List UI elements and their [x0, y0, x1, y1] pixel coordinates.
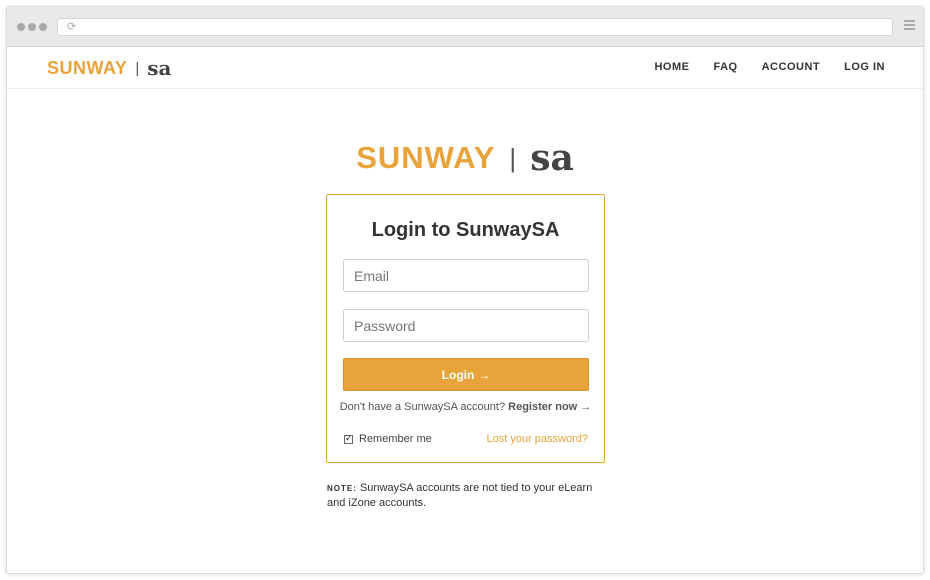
reload-icon[interactable]: ⟳	[67, 21, 76, 33]
logo-brand: SUNWAY	[47, 57, 128, 78]
login-card: Login to SunwaySA Login → Don't have a S…	[326, 194, 605, 463]
password-field[interactable]	[343, 309, 589, 342]
nav-home[interactable]: HOME	[654, 61, 689, 73]
login-title: Login to SunwaySA	[371, 219, 560, 241]
logo-sa: sa	[147, 56, 172, 80]
window-controls	[17, 23, 47, 31]
site-logo[interactable]: SUNWAY | sa	[47, 56, 171, 80]
remember-label: Remember me	[359, 433, 432, 445]
window-dot-icon[interactable]	[39, 23, 47, 31]
arrow-right-icon: →	[478, 367, 491, 382]
lost-password-link[interactable]: Lost your password?	[487, 433, 589, 445]
checkbox-checked-icon[interactable]	[344, 433, 353, 444]
note-label: NOTE:	[327, 484, 357, 493]
address-bar[interactable]: ⟳	[57, 18, 893, 36]
register-prompt: Don't have a SunwaySA account? Register …	[327, 401, 604, 413]
site-header: SUNWAY | sa HOME FAQ ACCOUNT LOG IN	[7, 47, 923, 89]
register-link[interactable]: Register now →	[508, 401, 591, 413]
remember-me[interactable]: Remember me	[344, 433, 432, 445]
login-button-label: Login	[441, 367, 475, 382]
browser-window: ⟳ SUNWAY | sa HOME FAQ ACCOUNT LOG IN SU…	[6, 6, 924, 574]
nav-login[interactable]: LOG IN	[844, 61, 885, 73]
main-nav: HOME FAQ ACCOUNT LOG IN	[654, 61, 885, 73]
login-button[interactable]: Login →	[343, 358, 589, 391]
window-dot-icon[interactable]	[28, 23, 36, 31]
hero-logo-separator: |	[509, 142, 517, 173]
note-text: SunwaySA accounts are not tied to your e…	[327, 482, 593, 509]
nav-faq[interactable]: FAQ	[713, 61, 737, 73]
email-field[interactable]	[343, 259, 589, 292]
hero-logo: SUNWAY | sa	[7, 137, 923, 179]
hero-logo-sa: sa	[530, 137, 574, 179]
account-note: NOTE: SunwaySA accounts are not tied to …	[327, 481, 607, 511]
menu-icon[interactable]	[904, 20, 915, 32]
browser-toolbar: ⟳	[7, 7, 923, 47]
window-dot-icon[interactable]	[17, 23, 25, 31]
register-prompt-text: Don't have a SunwaySA account?	[339, 401, 506, 413]
hero-logo-brand: SUNWAY	[356, 140, 496, 175]
nav-account[interactable]: ACCOUNT	[762, 61, 821, 73]
logo-separator: |	[135, 59, 140, 77]
